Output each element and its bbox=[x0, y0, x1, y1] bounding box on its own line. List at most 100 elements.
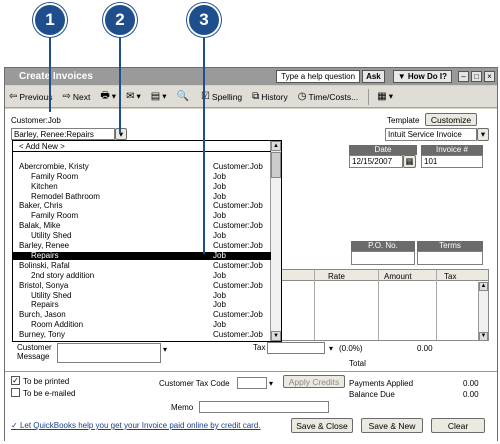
callout-1-line bbox=[49, 38, 51, 112]
dropdown-item-name: Bristol, Sonya bbox=[19, 280, 69, 290]
dropdown-list-item[interactable]: Repairs Job bbox=[13, 301, 271, 310]
clear-button[interactable]: Clear bbox=[431, 418, 485, 433]
dropdown-list-item[interactable]: < Add New > bbox=[13, 142, 271, 152]
dropdown-list-item[interactable]: Remodel Bathroom Job bbox=[13, 191, 271, 202]
customer-job-dropdown-list[interactable]: ▲ ▼ < Add New > Abercrombie, Kristy Custom… bbox=[12, 140, 282, 342]
customer-message-dropdown[interactable]: ▾ bbox=[163, 345, 167, 354]
to-be-printed-label: To be printed bbox=[23, 377, 70, 386]
dropdown-item-type: Job bbox=[213, 320, 226, 330]
po-number-field[interactable] bbox=[351, 251, 415, 265]
grid-scrollbar[interactable]: ▲ ▼ bbox=[478, 282, 488, 341]
dropdown-list-item[interactable]: 2nd story addition Job bbox=[13, 270, 271, 281]
date-field[interactable]: 12/15/2007 bbox=[349, 155, 403, 168]
tax-item-field[interactable] bbox=[267, 342, 325, 354]
save-close-button[interactable]: Save & Close bbox=[291, 418, 353, 433]
dropdown-list-item[interactable]: Utility Shed Job bbox=[13, 231, 271, 241]
scroll-down-icon[interactable]: ▼ bbox=[271, 331, 281, 341]
dropdown-list-item[interactable]: Family Room Job bbox=[13, 212, 271, 221]
dropdown-list-item[interactable]: Utility Shed Job bbox=[13, 290, 271, 301]
template-label: Template bbox=[387, 116, 420, 125]
dropdown-item-type: Job bbox=[213, 250, 226, 260]
scroll-up-icon[interactable]: ▲ bbox=[271, 141, 281, 151]
terms-field[interactable] bbox=[417, 251, 483, 265]
dropdown-item-name: Utility Shed bbox=[31, 231, 72, 241]
ask-button[interactable]: Ask bbox=[362, 70, 385, 83]
to-be-emailed-checkbox[interactable] bbox=[11, 388, 20, 397]
dropdown-item-name: Remodel Bathroom bbox=[31, 191, 100, 201]
dropdown-item-type: Customer:Job bbox=[213, 260, 263, 270]
scroll-thumb[interactable] bbox=[271, 152, 281, 178]
previous-button[interactable]: ⇦ Previous bbox=[9, 91, 52, 102]
dropdown-list-item[interactable] bbox=[13, 153, 271, 162]
tax-code-dropdown[interactable]: ▾ bbox=[269, 379, 273, 388]
dropdown-list-item[interactable]: Kitchen Job bbox=[13, 181, 271, 192]
maximize-icon[interactable]: □ bbox=[471, 71, 482, 82]
callout-1: 1 bbox=[33, 3, 67, 37]
apply-credits-button[interactable]: Apply Credits bbox=[283, 375, 345, 388]
tax-item-dropdown[interactable]: ▾ bbox=[329, 344, 333, 353]
customer-job-field[interactable]: Barley, Renee:Repairs bbox=[11, 128, 115, 140]
memo-field[interactable] bbox=[199, 401, 329, 413]
dropdown-scrollbar[interactable]: ▲ ▼ bbox=[270, 141, 281, 341]
dropdown-item-type: Job bbox=[213, 231, 226, 241]
calendar-icon[interactable]: ▦ bbox=[403, 155, 416, 168]
dropdown-list-item[interactable]: Repairs Job bbox=[13, 250, 271, 261]
spelling-button[interactable]: ☑ Spelling bbox=[201, 91, 242, 102]
line-items-grid[interactable]: Rate Amount Tax ▲ ▼ bbox=[273, 269, 489, 341]
dropdown-item-name: Family Room bbox=[31, 171, 79, 181]
customer-message-field[interactable] bbox=[57, 343, 161, 363]
close-icon[interactable]: × bbox=[484, 71, 495, 82]
customer-job-label: Customer:Job bbox=[11, 116, 61, 125]
dropdown-item-type: Job bbox=[213, 270, 226, 280]
print-button[interactable]: 🖶 ▾ bbox=[100, 88, 116, 105]
dropdown-item-type: Job bbox=[213, 290, 226, 300]
dropdown-list-item[interactable]: Barley, Renee Customer:Job bbox=[13, 241, 271, 251]
template-dropdown[interactable]: ▾ bbox=[477, 128, 489, 141]
callout-2: 2 bbox=[103, 3, 137, 37]
invoice-number-header: Invoice # bbox=[421, 145, 483, 155]
history-button[interactable]: ⧉ History bbox=[252, 91, 288, 102]
customer-job-dropdown[interactable]: ▾ bbox=[115, 128, 127, 140]
memo-label: Memo bbox=[171, 403, 194, 412]
customize-button[interactable]: Customize bbox=[425, 113, 477, 126]
ship-button[interactable]: ▤ ▾ bbox=[151, 91, 167, 102]
save-new-button[interactable]: Save & New bbox=[361, 418, 423, 433]
balance-due-label: Balance Due bbox=[349, 390, 395, 399]
find-button[interactable]: 🔍 bbox=[176, 91, 190, 102]
dropdown-item-name: Baker, Chris bbox=[19, 201, 63, 211]
time-costs-button[interactable]: ◷ Time/Costs... bbox=[298, 91, 358, 102]
dropdown-list-item[interactable]: Burch, Jason Customer:Job bbox=[13, 311, 271, 320]
customer-tax-code-field[interactable] bbox=[237, 377, 267, 389]
dropdown-list-item[interactable]: Bolinski, Rafal Customer:Job bbox=[13, 260, 271, 271]
send-button[interactable]: ✉ ▾ bbox=[126, 91, 141, 102]
help-question-input[interactable]: Type a help question bbox=[276, 70, 361, 83]
letters-button[interactable]: ▦ ▾ bbox=[377, 91, 393, 102]
tax-amount: 0.00 bbox=[417, 344, 433, 353]
online-payment-link[interactable]: ✓ Let QuickBooks help you get your Invoi… bbox=[11, 421, 261, 430]
dropdown-list-item[interactable]: Room Addition Job bbox=[13, 321, 271, 330]
window-title: Create Invoices bbox=[19, 71, 93, 82]
dropdown-list-item[interactable]: Bristol, Sonya Customer:Job bbox=[13, 280, 271, 291]
next-button[interactable]: ⇨ Next bbox=[62, 91, 90, 102]
to-be-printed-checkbox[interactable]: ✓ bbox=[11, 376, 20, 385]
minimize-icon[interactable]: – bbox=[458, 71, 469, 82]
invoice-number-field[interactable]: 101 bbox=[421, 155, 483, 168]
how-do-i-button[interactable]: ▼ How Do I? bbox=[392, 70, 452, 83]
dropdown-item-name: Barley, Renee bbox=[19, 241, 70, 250]
dropdown-list-item[interactable]: Family Room Job bbox=[13, 171, 271, 182]
dropdown-item-type: Job bbox=[213, 181, 226, 191]
dropdown-list-item[interactable]: Balak, Mike Customer:Job bbox=[13, 222, 271, 231]
template-field[interactable]: Intuit Service Invoice bbox=[385, 128, 477, 141]
dropdown-item-name: Room Addition bbox=[31, 320, 84, 330]
dropdown-item-name: < Add New > bbox=[19, 142, 65, 151]
dropdown-list-item[interactable]: Burney, Tony Customer:Job bbox=[13, 330, 271, 340]
rate-column-header: Rate bbox=[328, 272, 345, 281]
toolbar: ⇦ Previous ⇨ Next 🖶 ▾ ✉ ▾ ▤ ▾ 🔍 ☑ Spelling ⧉ Hi… bbox=[5, 86, 497, 108]
customer-message-label-1: Customer bbox=[17, 343, 52, 352]
payments-applied-label: Payments Applied bbox=[349, 379, 414, 388]
customer-tax-code-label: Customer Tax Code bbox=[159, 379, 230, 388]
dropdown-item-name: Burch, Jason bbox=[19, 310, 66, 320]
previous-icon: ⇦ bbox=[9, 91, 18, 102]
dropdown-list-item[interactable]: Abercrombie, Kristy Customer:Job bbox=[13, 162, 271, 172]
dropdown-list-item[interactable]: Baker, Chris Customer:Job bbox=[13, 202, 271, 211]
